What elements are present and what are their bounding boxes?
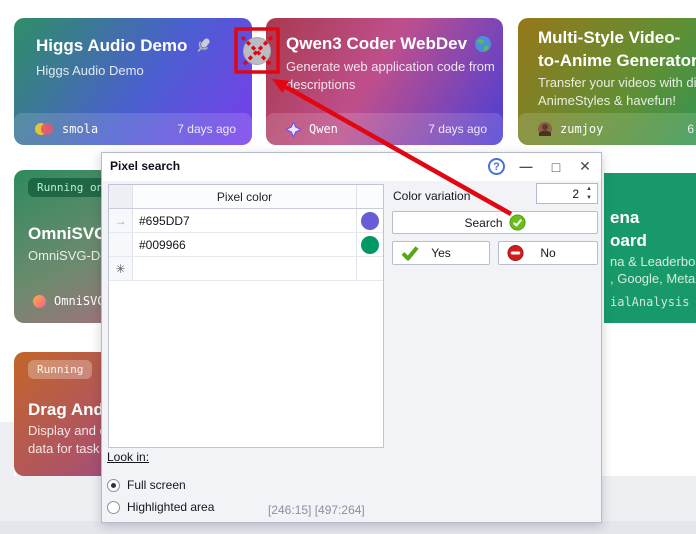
- card-title-line2: to-Anime Generator: [538, 49, 696, 72]
- row-gutter: [109, 233, 133, 256]
- space-card-video-to-anime[interactable]: Multi-Style Video- to-Anime Generator Tr…: [518, 18, 696, 145]
- search-button[interactable]: Search: [392, 211, 598, 234]
- yes-button-label: Yes: [431, 246, 451, 260]
- radio-full-screen[interactable]: Full screen: [107, 478, 186, 492]
- maximize-icon[interactable]: □: [547, 158, 565, 175]
- table-header-gutter: [109, 185, 133, 208]
- yes-button[interactable]: Yes: [392, 241, 490, 265]
- color-variation-spinner[interactable]: 2 ▲ ▼: [536, 183, 598, 204]
- card-footer: smola 7 days ago: [14, 113, 252, 145]
- swatch-cell[interactable]: [357, 209, 383, 232]
- qwen-logo-icon: [286, 122, 301, 137]
- empty-swatch-cell[interactable]: [357, 257, 383, 280]
- table-row[interactable]: → #695DD7: [109, 209, 383, 233]
- space-card-arena-leaderboard[interactable]: ena oard na & Leaderboar , Google, Meta,…: [604, 173, 696, 323]
- running-badge: Running: [28, 360, 92, 379]
- card-title-line2: oard: [610, 229, 647, 252]
- close-icon[interactable]: ✕: [576, 158, 594, 175]
- spinner-down-icon[interactable]: ▼: [583, 194, 595, 202]
- smola-avatar: [34, 122, 54, 136]
- search-button-label: Search: [464, 216, 502, 230]
- card-subtitle-line1: Display and e: [28, 422, 107, 440]
- dialog-titlebar[interactable]: Pixel search ? — □ ✕: [102, 153, 601, 181]
- card-updated-time: 7 days ago: [428, 122, 487, 136]
- radio-label: Full screen: [127, 478, 186, 492]
- pixel-color-value[interactable]: #009966: [133, 233, 357, 256]
- card-title-line1: ena: [610, 206, 639, 229]
- card-footer: Qwen 7 days ago: [266, 113, 503, 145]
- globe-icon: [474, 35, 492, 53]
- radio-button-unselected[interactable]: [107, 501, 120, 514]
- color-swatch[interactable]: [361, 212, 379, 230]
- card-author[interactable]: smola: [62, 122, 98, 136]
- card-subtitle: OmniSVG-De: [28, 247, 107, 265]
- card-author[interactable]: zumjoy: [560, 122, 603, 136]
- table-row[interactable]: #009966: [109, 233, 383, 257]
- table-header-row: Pixel color: [109, 185, 383, 209]
- pixel-color-value[interactable]: #695DD7: [133, 209, 357, 232]
- card-footer-text: ialAnalysis 6: [610, 295, 696, 309]
- pixel-color-column-header: Pixel color: [133, 185, 357, 208]
- pixel-color-table[interactable]: Pixel color → #695DD7 #009966 ✳: [108, 184, 384, 448]
- radio-highlighted-area[interactable]: Highlighted area: [107, 500, 214, 514]
- card-title-line1: Multi-Style Video-: [538, 26, 680, 49]
- card-subtitle-line2: AnimeStyles & havefun!: [538, 92, 676, 110]
- swatch-cell[interactable]: [357, 233, 383, 256]
- space-card-higgs-audio[interactable]: Higgs Audio Demo Higgs Audio Demo smola …: [14, 18, 252, 145]
- card-title: Qwen3 Coder WebDev: [286, 32, 467, 55]
- color-variation-label: Color variation: [393, 189, 470, 203]
- green-check-icon: [401, 246, 419, 261]
- card-footer: zumjoy 6: [518, 113, 696, 145]
- omnisvg-avatar: [33, 295, 46, 308]
- card-updated-time: 6: [687, 122, 694, 136]
- card-subtitle: Higgs Audio Demo: [36, 62, 144, 80]
- color-swatch[interactable]: [361, 236, 379, 254]
- no-button[interactable]: No: [498, 241, 598, 265]
- microphone-icon: [194, 36, 213, 55]
- card-title: OmniSVG: [28, 222, 107, 245]
- dialog-title: Pixel search: [110, 159, 180, 173]
- card-subtitle-line1: na & Leaderboar: [610, 253, 696, 271]
- current-row-arrow-icon: →: [109, 209, 133, 232]
- card-author[interactable]: Qwen: [309, 122, 338, 136]
- zumjoy-avatar: [538, 122, 552, 136]
- desktop-screenshot: Higgs Audio Demo Higgs Audio Demo smola …: [0, 0, 696, 534]
- help-icon[interactable]: ?: [488, 158, 505, 175]
- table-new-row[interactable]: ✳: [109, 257, 383, 281]
- card-subtitle-line2: , Google, Meta, +): [610, 270, 696, 288]
- swatch-column-header: [357, 185, 383, 208]
- green-check-circle-icon: [509, 214, 526, 231]
- red-minus-circle-icon: [507, 245, 524, 262]
- empty-color-cell[interactable]: [133, 257, 357, 280]
- spinner-up-icon[interactable]: ▲: [583, 185, 595, 193]
- look-in-label: Look in:: [107, 450, 149, 464]
- minimize-icon[interactable]: —: [517, 158, 535, 175]
- card-updated-time: 7 days ago: [177, 122, 236, 136]
- highlighted-area-coordinates: [246:15] [497:264]: [268, 503, 365, 517]
- card-subtitle-line1: Transfer your videos with dif: [538, 74, 696, 92]
- card-subtitle-line1: Generate web application code from: [286, 58, 495, 76]
- pixel-search-dialog: Pixel search ? — □ ✕ Pixel color → #695D…: [101, 152, 602, 523]
- radio-button-selected[interactable]: [107, 479, 120, 492]
- radio-label: Highlighted area: [127, 500, 214, 514]
- card-subtitle-line2: data for task: [28, 440, 100, 458]
- card-author[interactable]: OmniSVG: [54, 294, 105, 308]
- running-on-badge: Running on: [28, 178, 112, 197]
- space-card-qwen3-coder[interactable]: Qwen3 Coder WebDev Generate web applicat…: [266, 18, 503, 145]
- card-title: Higgs Audio Demo: [36, 34, 187, 57]
- card-title: Drag And: [28, 398, 104, 421]
- card-subtitle-line2: descriptions: [286, 76, 355, 94]
- new-row-icon: ✳: [109, 257, 133, 280]
- no-button-label: No: [540, 246, 555, 260]
- color-variation-value[interactable]: 2: [572, 187, 579, 201]
